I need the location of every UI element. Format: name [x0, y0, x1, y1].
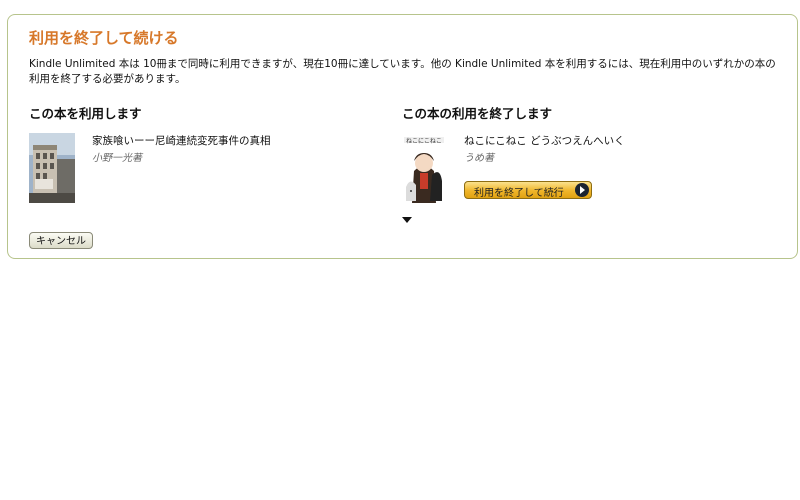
- dialog-description: Kindle Unlimited 本は 10冊まで同時に利用できますが、現在10…: [29, 58, 776, 85]
- borrow-book-title[interactable]: 家族喰いーー尼崎連続変死事件の真相: [92, 133, 271, 148]
- book-cover-return[interactable]: ねこにこねこ: [402, 131, 446, 203]
- return-book-title[interactable]: ねこにこねこ どうぶつえんへいく: [464, 133, 625, 148]
- end-loan-continue-label: 利用を終了して続行: [474, 188, 564, 199]
- dialog-title: 利用を終了して続ける: [29, 29, 179, 47]
- caret-down-icon[interactable]: [402, 217, 412, 223]
- book-cover-borrow[interactable]: [29, 133, 75, 203]
- end-loan-continue-button[interactable]: 利用を終了して続行: [464, 181, 592, 199]
- borrow-book-author: 小野一光著: [92, 153, 142, 164]
- cancel-button[interactable]: キャンセル: [29, 232, 93, 249]
- svg-text:ねこにこねこ: ねこにこねこ: [406, 138, 442, 145]
- borrow-heading: この本を利用します: [29, 106, 142, 121]
- arrow-right-icon: [575, 183, 589, 197]
- return-heading: この本の利用を終了します: [402, 106, 553, 121]
- end-loan-dialog: 利用を終了して続ける Kindle Unlimited 本は 10冊まで同時に利…: [7, 14, 798, 259]
- return-book-author: うめ著: [464, 153, 494, 164]
